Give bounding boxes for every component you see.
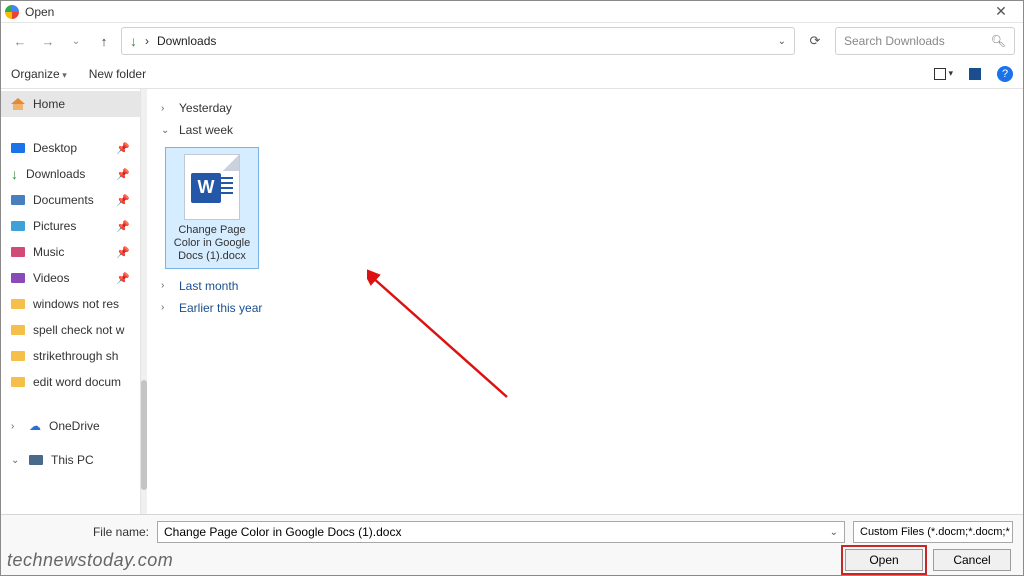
close-button[interactable]: ✕: [983, 3, 1019, 20]
breadcrumb-location[interactable]: Downloads: [157, 34, 216, 48]
sidebar-item-thispc[interactable]: ⌄This PC: [1, 447, 140, 473]
recent-drop[interactable]: ⌄: [65, 30, 87, 52]
pin-icon: 📌: [116, 272, 130, 285]
group-yesterday[interactable]: ›Yesterday: [159, 97, 1011, 119]
filetype-filter[interactable]: Custom Files (*.docm;*.docm;* ⌄: [853, 521, 1013, 543]
chevron-right-icon: ›: [11, 421, 21, 432]
folder-icon: [11, 377, 25, 387]
sidebar-item-folder-1[interactable]: windows not res: [1, 291, 140, 317]
sidebar-item-folder-2[interactable]: spell check not w: [1, 317, 140, 343]
chevron-right-icon: ›: [161, 280, 173, 291]
search-placeholder: Search Downloads: [844, 34, 991, 48]
sidebar-item-music[interactable]: Music📌: [1, 239, 140, 265]
documents-icon: [11, 195, 25, 205]
folder-icon: [11, 325, 25, 335]
help-icon[interactable]: ?: [997, 66, 1013, 82]
chevron-down-icon: ⌄: [1010, 526, 1013, 539]
new-folder-button[interactable]: New folder: [89, 67, 146, 81]
downloads-icon: ↓: [130, 33, 137, 49]
desktop-icon: [11, 143, 25, 153]
pin-icon: 📌: [116, 246, 130, 259]
pc-icon: [29, 455, 43, 465]
up-button[interactable]: ↑: [93, 30, 115, 52]
search-icon: 🔍︎: [991, 34, 1006, 48]
address-bar[interactable]: ↓ › Downloads ⌄: [121, 27, 795, 55]
file-name-label: Change Page Color in Google Docs (1).doc…: [168, 224, 256, 264]
chevron-down-icon: ⌄: [11, 455, 21, 466]
pin-icon: 📌: [116, 168, 130, 181]
sidebar-item-desktop[interactable]: Desktop📌: [1, 135, 140, 161]
file-item-selected[interactable]: W Change Page Color in Google Docs (1).d…: [165, 147, 259, 269]
address-dropdown[interactable]: ⌄: [778, 36, 786, 47]
toolbar: Organize New folder ▾ ?: [1, 59, 1023, 89]
home-icon: [11, 98, 25, 110]
sidebar-item-pictures[interactable]: Pictures📌: [1, 213, 140, 239]
pin-icon: 📌: [116, 220, 130, 233]
filename-label: File name:: [11, 525, 149, 539]
group-earlier[interactable]: ›Earlier this year: [159, 297, 1011, 319]
filename-input[interactable]: Change Page Color in Google Docs (1).doc…: [157, 521, 845, 543]
chevron-down-icon: ⌄: [161, 125, 173, 136]
app-icon: [5, 5, 19, 19]
filename-dropdown[interactable]: ⌄: [830, 527, 838, 538]
view-mode-button[interactable]: ▾: [934, 68, 953, 80]
sidebar-item-folder-3[interactable]: strikethrough sh: [1, 343, 140, 369]
sidebar: Home Desktop📌 ↓Downloads📌 Documents📌 Pic…: [1, 89, 141, 514]
open-button[interactable]: Open: [845, 549, 923, 571]
cloud-icon: ☁: [29, 419, 41, 433]
search-input[interactable]: Search Downloads 🔍︎: [835, 27, 1015, 55]
refresh-button[interactable]: ⟳: [801, 27, 829, 55]
window-title: Open: [25, 5, 983, 19]
file-list-pane: ›Yesterday ⌄Last week W Change Page Colo…: [147, 89, 1023, 514]
sidebar-item-videos[interactable]: Videos📌: [1, 265, 140, 291]
folder-icon: [11, 299, 25, 309]
nav-row: ← → ⌄ ↑ ↓ › Downloads ⌄ ⟳ Search Downloa…: [1, 23, 1023, 59]
chevron-right-icon: ›: [161, 103, 173, 114]
videos-icon: [11, 273, 25, 283]
group-lastmonth[interactable]: ›Last month: [159, 275, 1011, 297]
forward-button[interactable]: →: [37, 30, 59, 52]
pin-icon: 📌: [116, 194, 130, 207]
music-icon: [11, 247, 25, 257]
annotation-arrow: [367, 247, 517, 407]
breadcrumb-sep: ›: [145, 34, 149, 48]
chevron-right-icon: ›: [161, 302, 173, 313]
cancel-button[interactable]: Cancel: [933, 549, 1011, 571]
sidebar-item-home[interactable]: Home: [1, 91, 140, 117]
pictures-icon: [11, 221, 25, 231]
sidebar-item-downloads[interactable]: ↓Downloads📌: [1, 161, 140, 187]
folder-icon: [11, 351, 25, 361]
sidebar-item-documents[interactable]: Documents📌: [1, 187, 140, 213]
downloads-icon: ↓: [11, 169, 18, 179]
group-lastweek[interactable]: ⌄Last week: [159, 119, 1011, 141]
preview-pane-button[interactable]: [969, 68, 981, 80]
sidebar-item-folder-4[interactable]: edit word docum: [1, 369, 140, 395]
sidebar-item-onedrive[interactable]: ›☁OneDrive: [1, 413, 140, 439]
pin-icon: 📌: [116, 142, 130, 155]
bottom-panel: File name: Change Page Color in Google D…: [1, 514, 1023, 575]
back-button[interactable]: ←: [9, 30, 31, 52]
titlebar: Open ✕: [1, 1, 1023, 23]
word-doc-icon: W: [184, 154, 240, 220]
organize-menu[interactable]: Organize: [11, 67, 67, 81]
filename-value: Change Page Color in Google Docs (1).doc…: [164, 525, 401, 539]
